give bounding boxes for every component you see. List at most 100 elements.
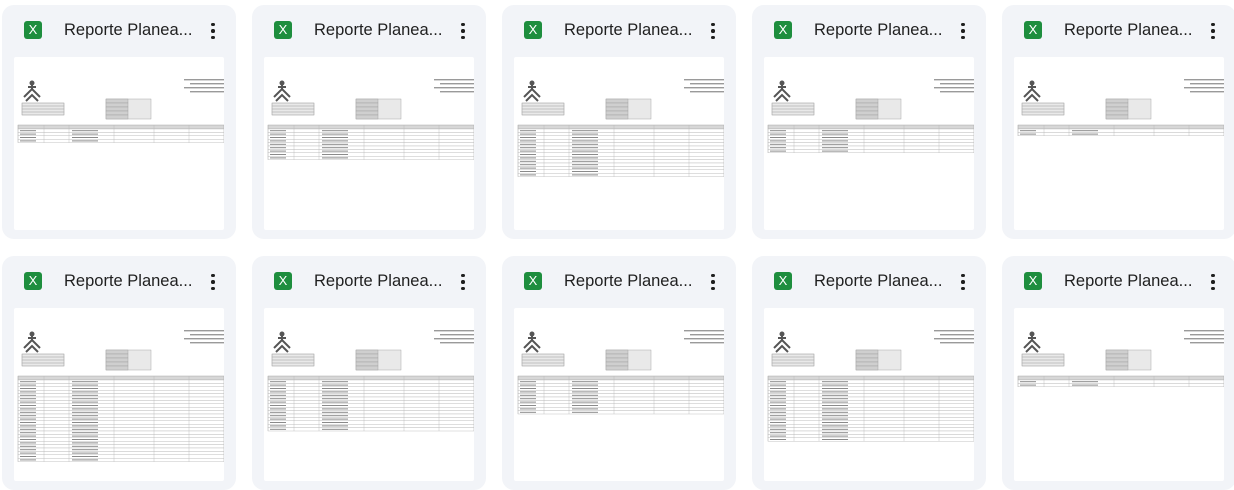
excel-icon: X bbox=[1024, 272, 1042, 290]
excel-icon: X bbox=[24, 21, 42, 39]
sheet-preview bbox=[1017, 79, 1224, 137]
menu-dot bbox=[961, 280, 965, 284]
file-title[interactable]: Reporte Planea... bbox=[814, 270, 949, 292]
sheet-preview bbox=[517, 79, 724, 177]
file-thumbnail[interactable] bbox=[14, 308, 224, 481]
file-thumbnail[interactable] bbox=[264, 57, 474, 230]
excel-icon: X bbox=[1024, 21, 1042, 39]
file-card[interactable]: X Reporte Planea... bbox=[502, 256, 736, 490]
logo-icon bbox=[523, 331, 541, 353]
file-title[interactable]: Reporte Planea... bbox=[1064, 19, 1199, 41]
excel-icon: X bbox=[274, 21, 292, 39]
menu-dot bbox=[1211, 286, 1215, 291]
menu-dot bbox=[1211, 22, 1215, 27]
excel-icon: X bbox=[524, 272, 542, 290]
menu-dot bbox=[211, 286, 215, 291]
file-title[interactable]: Reporte Planea... bbox=[564, 19, 699, 41]
menu-dot bbox=[711, 29, 715, 33]
sheet-preview bbox=[267, 79, 474, 160]
file-card-header: X Reporte Planea... bbox=[252, 256, 486, 308]
menu-dot bbox=[211, 273, 215, 278]
more-vert-icon[interactable] bbox=[702, 19, 724, 43]
file-title[interactable]: Reporte Planea... bbox=[64, 270, 199, 292]
menu-dot bbox=[211, 29, 215, 33]
file-title[interactable]: Reporte Planea... bbox=[64, 19, 199, 41]
menu-dot bbox=[461, 280, 465, 284]
file-card-header: X Reporte Planea... bbox=[752, 256, 986, 308]
file-card[interactable]: X Reporte Planea... bbox=[752, 5, 986, 239]
sheet-preview bbox=[1017, 330, 1224, 388]
file-thumbnail[interactable] bbox=[264, 308, 474, 481]
file-card[interactable]: X Reporte Planea... bbox=[2, 256, 236, 490]
file-card-header: X Reporte Planea... bbox=[752, 5, 986, 57]
logo-icon bbox=[773, 331, 791, 353]
excel-icon: X bbox=[24, 272, 42, 290]
file-title[interactable]: Reporte Planea... bbox=[314, 270, 449, 292]
excel-icon: X bbox=[524, 21, 542, 39]
excel-icon: X bbox=[274, 272, 292, 290]
excel-icon: X bbox=[774, 21, 792, 39]
menu-dot bbox=[961, 286, 965, 291]
file-card[interactable]: X Reporte Planea... bbox=[252, 256, 486, 490]
menu-dot bbox=[211, 35, 215, 40]
sheet-preview bbox=[517, 330, 724, 415]
logo-icon bbox=[23, 80, 41, 102]
logo-icon bbox=[773, 80, 791, 102]
file-title[interactable]: Reporte Planea... bbox=[1064, 270, 1199, 292]
logo-icon bbox=[523, 80, 541, 102]
menu-dot bbox=[211, 280, 215, 284]
menu-dot bbox=[1211, 273, 1215, 278]
file-card-header: X Reporte Planea... bbox=[252, 5, 486, 57]
file-title[interactable]: Reporte Planea... bbox=[564, 270, 699, 292]
file-thumbnail[interactable] bbox=[1014, 57, 1224, 230]
more-vert-icon[interactable] bbox=[202, 19, 224, 43]
menu-dot bbox=[961, 29, 965, 33]
file-card-header: X Reporte Planea... bbox=[502, 5, 736, 57]
file-thumbnail[interactable] bbox=[514, 57, 724, 230]
menu-dot bbox=[461, 273, 465, 278]
menu-dot bbox=[711, 280, 715, 284]
file-card[interactable]: X Reporte Planea... bbox=[1002, 256, 1234, 490]
more-vert-icon[interactable] bbox=[952, 19, 974, 43]
file-thumbnail[interactable] bbox=[1014, 308, 1224, 481]
more-vert-icon[interactable] bbox=[1202, 19, 1224, 43]
menu-dot bbox=[461, 35, 465, 40]
menu-dot bbox=[711, 286, 715, 291]
file-card[interactable]: X Reporte Planea... bbox=[2, 5, 236, 239]
file-title[interactable]: Reporte Planea... bbox=[814, 19, 949, 41]
logo-icon bbox=[1023, 331, 1041, 353]
menu-dot bbox=[711, 22, 715, 27]
logo-icon bbox=[23, 331, 41, 353]
sheet-preview bbox=[767, 330, 974, 442]
more-vert-icon[interactable] bbox=[1202, 270, 1224, 294]
menu-dot bbox=[1211, 35, 1215, 40]
file-card-header: X Reporte Planea... bbox=[1002, 5, 1234, 57]
more-vert-icon[interactable] bbox=[452, 19, 474, 43]
sheet-preview bbox=[267, 330, 474, 432]
menu-dot bbox=[961, 35, 965, 40]
file-thumbnail[interactable] bbox=[14, 57, 224, 230]
logo-icon bbox=[273, 331, 291, 353]
file-grid: X Reporte Planea... X Reporte Planea... X Rep… bbox=[0, 0, 1234, 490]
file-card[interactable]: X Reporte Planea... bbox=[1002, 5, 1234, 239]
menu-dot bbox=[1211, 280, 1215, 284]
more-vert-icon[interactable] bbox=[952, 270, 974, 294]
more-vert-icon[interactable] bbox=[202, 270, 224, 294]
file-thumbnail[interactable] bbox=[764, 308, 974, 481]
file-thumbnail[interactable] bbox=[764, 57, 974, 230]
excel-icon: X bbox=[774, 272, 792, 290]
file-card[interactable]: X Reporte Planea... bbox=[752, 256, 986, 490]
file-card-header: X Reporte Planea... bbox=[2, 5, 236, 57]
more-vert-icon[interactable] bbox=[452, 270, 474, 294]
file-card[interactable]: X Reporte Planea... bbox=[502, 5, 736, 239]
file-title[interactable]: Reporte Planea... bbox=[314, 19, 449, 41]
menu-dot bbox=[461, 29, 465, 33]
file-card-header: X Reporte Planea... bbox=[502, 256, 736, 308]
file-thumbnail[interactable] bbox=[514, 308, 724, 481]
file-card-header: X Reporte Planea... bbox=[1002, 256, 1234, 308]
file-card-header: X Reporte Planea... bbox=[2, 256, 236, 308]
file-card[interactable]: X Reporte Planea... bbox=[252, 5, 486, 239]
menu-dot bbox=[1211, 29, 1215, 33]
sheet-preview bbox=[17, 79, 224, 143]
more-vert-icon[interactable] bbox=[702, 270, 724, 294]
